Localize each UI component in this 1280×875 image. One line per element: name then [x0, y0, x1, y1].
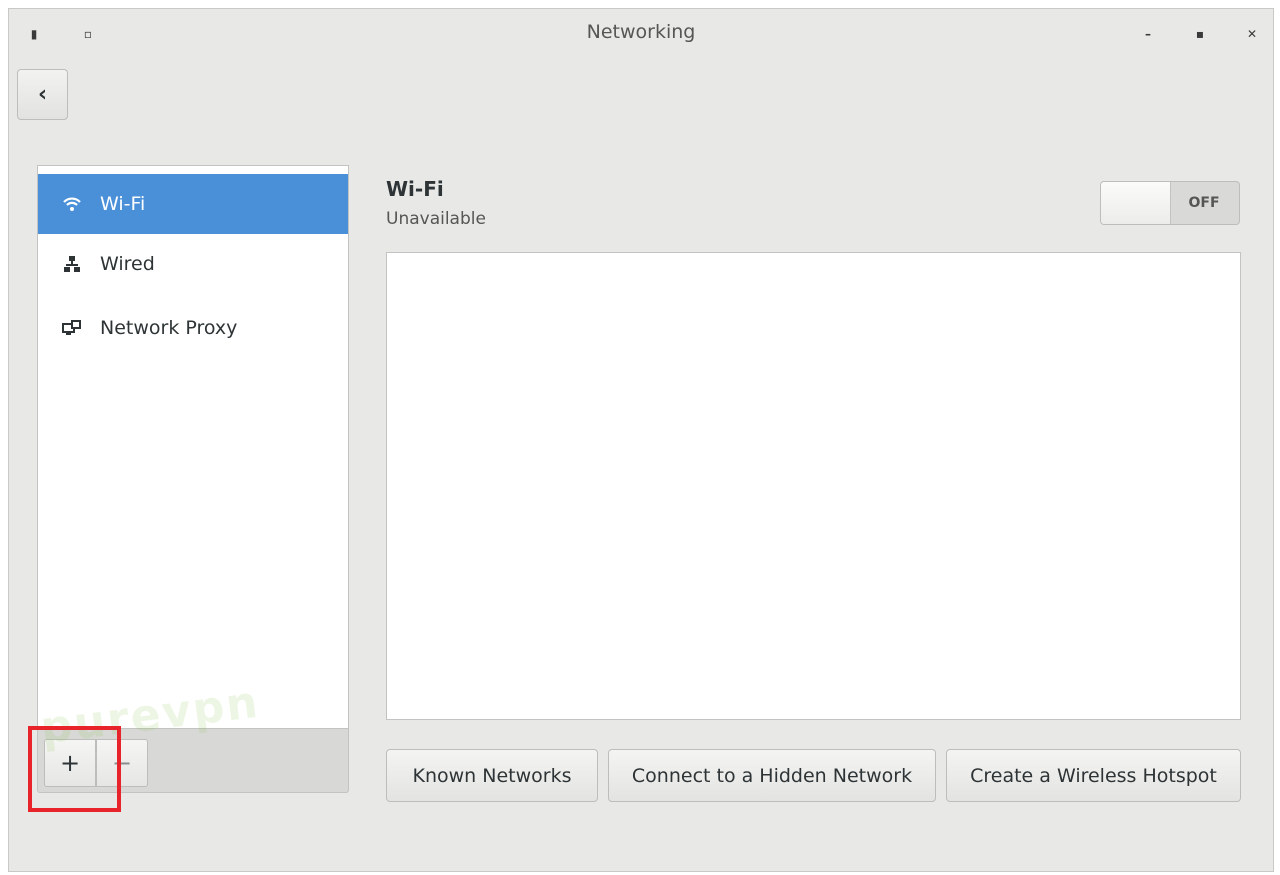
- wifi-icon: [62, 194, 82, 214]
- highlight-box: [28, 726, 121, 812]
- sidebar-item-label: Wired: [100, 253, 155, 275]
- sidebar-item-label: Network Proxy: [100, 317, 238, 339]
- back-button[interactable]: ‹: [17, 69, 68, 120]
- network-proxy-icon: [62, 318, 82, 338]
- titlebar: ▮ ▫ Networking – ▪ ✕: [9, 9, 1273, 61]
- network-list: [386, 252, 1241, 720]
- wired-network-icon: [62, 254, 82, 274]
- connection-sidebar: Wi-Fi Wired Network Proxy: [37, 165, 349, 729]
- minimize-icon[interactable]: –: [1141, 27, 1155, 41]
- create-hotspot-button[interactable]: Create a Wireless Hotspot: [946, 749, 1241, 802]
- sidebar-item-wifi[interactable]: Wi-Fi: [38, 174, 348, 234]
- wifi-toggle[interactable]: OFF: [1100, 181, 1240, 225]
- toggle-knob[interactable]: [1101, 182, 1171, 224]
- window-title: Networking: [586, 21, 696, 43]
- sidebar-item-wired[interactable]: Wired: [38, 234, 348, 294]
- close-icon[interactable]: ✕: [1245, 27, 1259, 41]
- wifi-status: Unavailable: [386, 209, 486, 229]
- connect-hidden-network-button[interactable]: Connect to a Hidden Network: [608, 749, 936, 802]
- toggle-state-label: OFF: [1188, 195, 1220, 211]
- chevron-left-icon: ‹: [37, 82, 48, 107]
- sidebar-item-network-proxy[interactable]: Network Proxy: [38, 298, 348, 358]
- known-networks-button[interactable]: Known Networks: [386, 749, 598, 802]
- sidebar-item-label: Wi-Fi: [100, 193, 146, 215]
- panel-title: Wi-Fi: [386, 177, 444, 201]
- maximize-icon[interactable]: ▪: [1193, 27, 1207, 41]
